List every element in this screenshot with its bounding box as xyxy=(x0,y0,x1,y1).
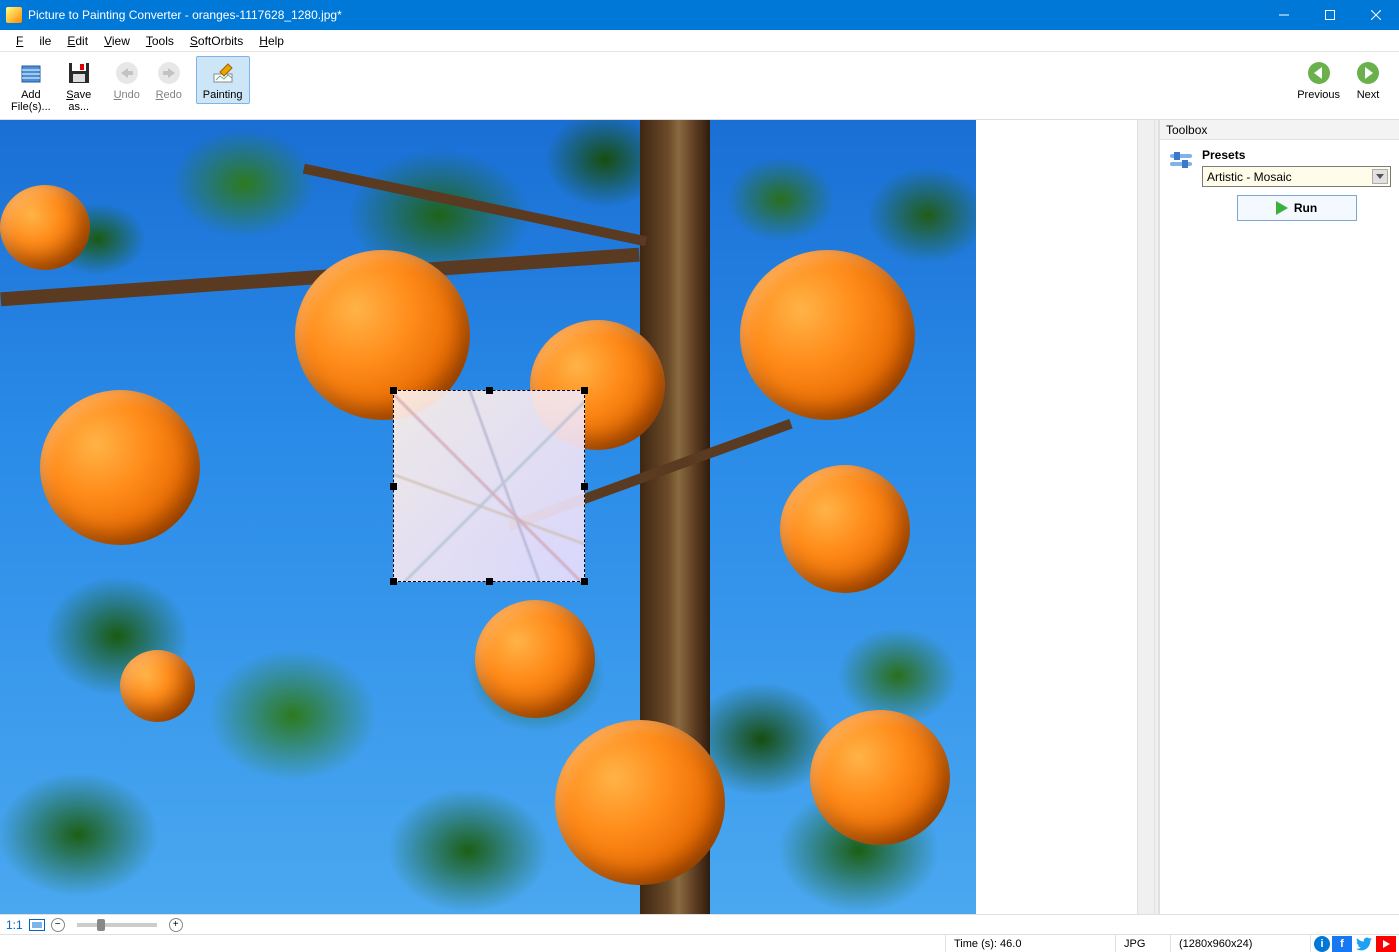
run-button[interactable]: Run xyxy=(1237,195,1357,221)
status-bar: Time (s): 46.0 JPG (1280x960x24) i f xyxy=(0,934,1399,952)
twitter-icon[interactable] xyxy=(1354,936,1374,952)
previous-button[interactable]: Previous xyxy=(1290,56,1347,104)
undo-icon xyxy=(113,59,141,87)
redo-label: Redo xyxy=(156,89,182,101)
add-files-icon xyxy=(17,59,45,87)
run-label: Run xyxy=(1294,201,1317,215)
handle-mid-left[interactable] xyxy=(390,483,397,490)
app-icon xyxy=(6,7,22,23)
fit-to-screen-icon[interactable] xyxy=(29,919,45,931)
save-icon xyxy=(65,59,93,87)
preset-dropdown[interactable]: Artistic - Mosaic xyxy=(1202,166,1391,187)
next-label: Next xyxy=(1357,89,1380,101)
menu-softorbits[interactable]: SoftOrbits xyxy=(182,32,251,50)
youtube-icon[interactable] xyxy=(1376,936,1396,952)
painting-button[interactable]: Painting xyxy=(196,56,250,104)
status-time: Time (s): 46.0 xyxy=(946,935,1116,952)
close-button[interactable] xyxy=(1353,0,1399,30)
menu-help[interactable]: Help xyxy=(251,32,292,50)
handle-top-right[interactable] xyxy=(581,387,588,394)
redo-icon xyxy=(155,59,183,87)
orange-10 xyxy=(120,650,195,722)
menu-tools[interactable]: Tools xyxy=(138,32,182,50)
previous-label: Previous xyxy=(1297,89,1340,101)
titlebar: Picture to Painting Converter - oranges-… xyxy=(0,0,1399,30)
add-files-label: AddFile(s)... xyxy=(11,89,51,113)
menu-edit[interactable]: Edit xyxy=(59,32,96,50)
toolbox-panel: Toolbox Presets Artistic - Mosaic Run xyxy=(1159,120,1399,914)
orange-1 xyxy=(40,390,200,545)
orange-4 xyxy=(740,250,915,420)
zoom-ratio[interactable]: 1:1 xyxy=(6,918,23,932)
settings-icon[interactable] xyxy=(1168,148,1194,221)
workspace: Toolbox Presets Artistic - Mosaic Run xyxy=(0,120,1399,914)
handle-bot-mid[interactable] xyxy=(486,578,493,585)
undo-button[interactable]: Undo xyxy=(106,56,148,104)
handle-mid-right[interactable] xyxy=(581,483,588,490)
orange-9 xyxy=(0,185,90,270)
orange-5 xyxy=(780,465,910,593)
vertical-scrollbar[interactable] xyxy=(1137,120,1154,914)
facebook-icon[interactable]: f xyxy=(1332,936,1352,952)
next-icon xyxy=(1354,59,1382,87)
next-button[interactable]: Next xyxy=(1347,56,1389,104)
toolbox-header: Toolbox xyxy=(1160,120,1399,140)
preset-selected-value: Artistic - Mosaic xyxy=(1207,170,1292,184)
chevron-down-icon xyxy=(1372,169,1388,184)
undo-label: Undo xyxy=(114,89,140,101)
menubar: File Edit View Tools SoftOrbits Help xyxy=(0,30,1399,52)
handle-top-mid[interactable] xyxy=(486,387,493,394)
window-controls xyxy=(1261,0,1399,30)
window-title: Picture to Painting Converter - oranges-… xyxy=(28,8,1261,22)
status-dimensions: (1280x960x24) xyxy=(1171,935,1311,952)
orange-7 xyxy=(555,720,725,885)
painting-label: Painting xyxy=(203,89,243,101)
handle-bot-right[interactable] xyxy=(581,578,588,585)
menu-file[interactable]: File xyxy=(8,32,59,50)
preview-selection[interactable] xyxy=(393,390,585,582)
menu-view[interactable]: View xyxy=(96,32,138,50)
save-as-button[interactable]: Saveas... xyxy=(58,56,100,116)
save-as-label: Saveas... xyxy=(66,89,91,113)
handle-top-left[interactable] xyxy=(390,387,397,394)
presets-label: Presets xyxy=(1202,148,1391,162)
zoom-slider[interactable] xyxy=(77,923,157,927)
canvas-area[interactable] xyxy=(0,120,1137,914)
handle-bot-left[interactable] xyxy=(390,578,397,585)
zoom-bar: 1:1 − + xyxy=(0,914,1399,934)
painting-icon xyxy=(209,59,237,87)
redo-button[interactable]: Redo xyxy=(148,56,190,104)
image-surface[interactable] xyxy=(0,120,976,914)
run-arrow-icon xyxy=(1276,201,1288,215)
orange-8 xyxy=(810,710,950,845)
orange-6 xyxy=(475,600,595,718)
status-format: JPG xyxy=(1116,935,1171,952)
minimize-button[interactable] xyxy=(1261,0,1307,30)
previous-icon xyxy=(1305,59,1333,87)
add-files-button[interactable]: AddFile(s)... xyxy=(4,56,58,116)
info-icon[interactable]: i xyxy=(1314,936,1330,952)
zoom-in-button[interactable]: + xyxy=(169,918,183,932)
toolbar: AddFile(s)... Saveas... Undo Redo Painti… xyxy=(0,52,1399,120)
zoom-out-button[interactable]: − xyxy=(51,918,65,932)
maximize-button[interactable] xyxy=(1307,0,1353,30)
